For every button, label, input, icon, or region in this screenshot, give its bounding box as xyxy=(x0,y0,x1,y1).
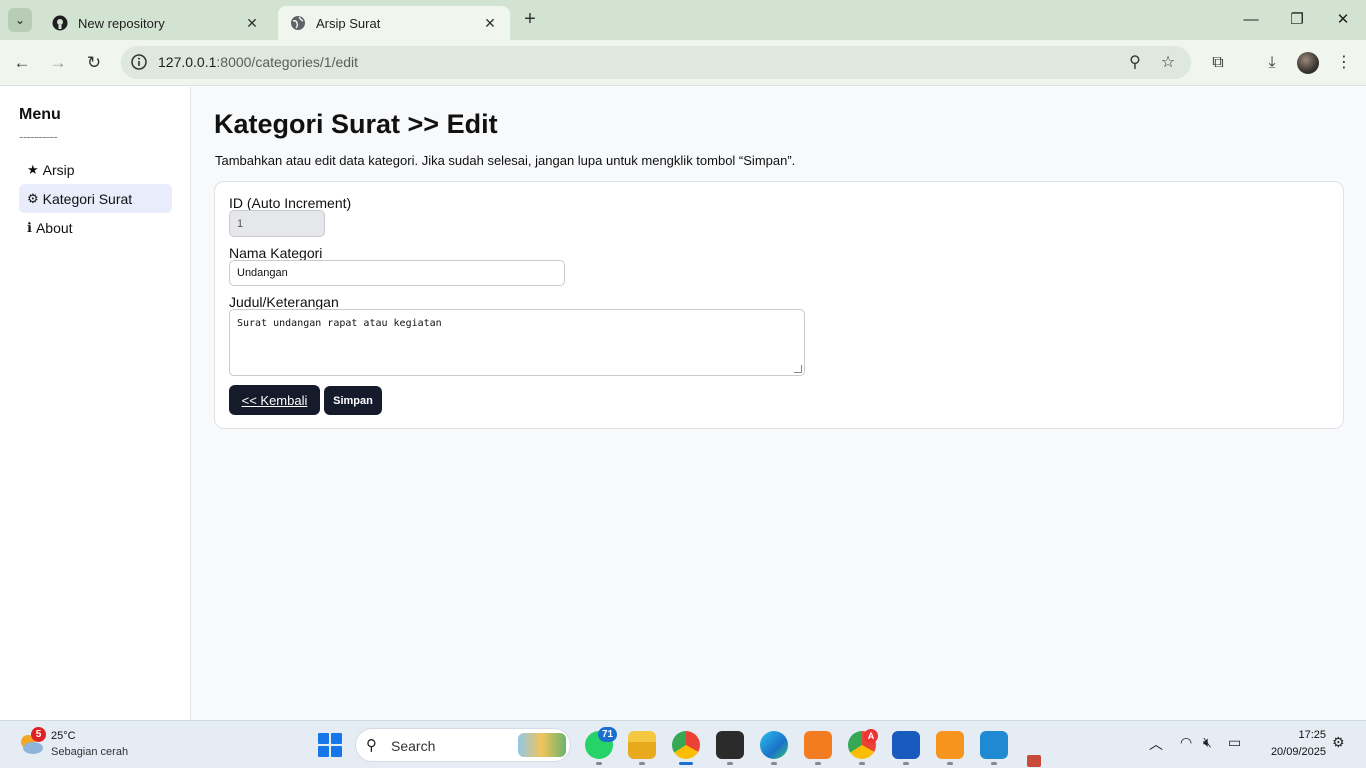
star-icon: ★ xyxy=(27,161,39,177)
sidebar-item-arsip[interactable]: ★ Arsip xyxy=(19,155,172,184)
vscode-icon[interactable] xyxy=(980,731,1008,759)
battery-icon[interactable]: ▭ xyxy=(1228,734,1241,751)
chrome-profile-badge: A xyxy=(864,729,878,743)
github-icon xyxy=(52,15,68,31)
id-label: ID (Auto Increment) xyxy=(229,195,352,211)
terminal-icon[interactable] xyxy=(716,731,744,759)
overflow-app-icon[interactable] xyxy=(1027,755,1041,767)
volume-muted-icon[interactable]: 🔇︎ xyxy=(1203,734,1212,751)
search-icon: ⚲ xyxy=(366,737,377,754)
search-highlight-image xyxy=(518,733,566,757)
temperature[interactable]: 25°C xyxy=(51,730,76,742)
edit-form-card: ID (Auto Increment) 1 Nama Kategori Unda… xyxy=(214,181,1344,429)
wifi-icon[interactable]: ◠ xyxy=(1180,734,1192,751)
taskbar: 5 25°C Sebagian cerah ⚲ Search 71 A ︿ ◠ … xyxy=(0,720,1366,768)
app-indicator xyxy=(771,762,777,765)
extensions-icon[interactable]: ⧉ xyxy=(1205,50,1231,76)
browser-toolbar: ← → ↻ 127.0.0.1:8000/categories/1/edit ⚲… xyxy=(0,40,1366,86)
word-icon[interactable] xyxy=(892,731,920,759)
close-icon[interactable]: ✕ xyxy=(244,15,260,32)
restore-icon[interactable]: ❐ xyxy=(1274,6,1320,34)
tab-new-repository[interactable]: New repository ✕ xyxy=(40,6,272,40)
url-text[interactable]: 127.0.0.1:8000/categories/1/edit xyxy=(158,54,358,70)
minimize-icon[interactable]: — xyxy=(1228,6,1274,34)
app-indicator xyxy=(947,762,953,765)
notification-icon[interactable]: ⚙ xyxy=(1332,734,1345,751)
profile-avatar[interactable] xyxy=(1297,52,1319,74)
edge-icon[interactable] xyxy=(760,731,788,759)
back-button[interactable]: << Kembali xyxy=(229,385,320,415)
bookmark-star-icon[interactable]: ☆ xyxy=(1157,52,1179,74)
page-description: Tambahkan atau edit data kategori. Jika … xyxy=(215,153,796,168)
info-icon: ℹ xyxy=(27,219,32,235)
judul-keterangan-textarea[interactable]: Surat undangan rapat atau kegiatan xyxy=(229,309,805,376)
page-title: Kategori Surat >> Edit xyxy=(214,109,498,139)
nama-kategori-label: Nama Kategori xyxy=(229,245,323,261)
app-indicator xyxy=(727,762,733,765)
chrome-icon[interactable] xyxy=(672,731,700,759)
sidebar-item-kategori-surat[interactable]: ⚙ Kategori Surat xyxy=(19,184,172,213)
tab-search-icon[interactable]: ⌄ xyxy=(8,8,32,32)
download-icon[interactable]: ⤓ xyxy=(1259,50,1285,76)
more-menu-icon[interactable]: ⋮ xyxy=(1331,50,1357,76)
resize-handle-icon[interactable] xyxy=(794,365,802,373)
app-indicator xyxy=(639,762,645,765)
save-button[interactable]: Simpan xyxy=(324,386,382,415)
page-content: Menu ---------- ★ Arsip ⚙ Kategori Surat… xyxy=(0,87,1366,720)
nama-kategori-input[interactable]: Undangan xyxy=(229,260,565,286)
taskbar-search[interactable]: ⚲ Search xyxy=(355,728,571,762)
reload-icon[interactable]: ↻ xyxy=(81,50,107,76)
app-indicator xyxy=(991,762,997,765)
menu-title: Menu xyxy=(19,106,61,123)
chevron-up-icon[interactable]: ︿ xyxy=(1149,734,1163,754)
app-indicator xyxy=(903,762,909,765)
windows-start-icon[interactable] xyxy=(318,733,342,757)
clock-time[interactable]: 17:25 xyxy=(1260,729,1326,741)
sidebar: Menu ---------- ★ Arsip ⚙ Kategori Surat… xyxy=(0,87,191,720)
app-indicator xyxy=(596,762,602,765)
search-placeholder: Search xyxy=(391,738,436,754)
tab-arsip-surat[interactable]: Arsip Surat ✕ xyxy=(278,6,510,40)
menu-separator: ---------- xyxy=(19,129,58,144)
weather-badge: 5 xyxy=(31,727,46,742)
judul-keterangan-label: Judul/Keterangan xyxy=(229,294,339,310)
clock-date[interactable]: 20/09/2025 xyxy=(1252,746,1326,758)
weather-description[interactable]: Sebagian cerah xyxy=(51,746,128,758)
xampp-icon[interactable] xyxy=(804,731,832,759)
app-indicator xyxy=(815,762,821,765)
close-icon[interactable]: ✕ xyxy=(482,15,498,32)
back-icon[interactable]: ← xyxy=(9,50,35,76)
close-window-icon[interactable]: ✕ xyxy=(1320,6,1366,34)
sidebar-item-label: Arsip xyxy=(42,161,75,178)
sidebar-item-label: Kategori Surat xyxy=(42,190,133,207)
new-tab-icon[interactable]: + xyxy=(518,8,542,32)
tab-title: Arsip Surat xyxy=(316,15,381,31)
forward-icon[interactable]: → xyxy=(45,50,71,76)
sidebar-item-about[interactable]: ℹ About xyxy=(19,213,172,242)
id-field: 1 xyxy=(229,210,325,237)
app-indicator xyxy=(859,762,865,765)
address-bar[interactable]: 127.0.0.1:8000/categories/1/edit ⚲ ☆ xyxy=(121,46,1191,79)
browser-tabbar: ⌄ New repository ✕ Arsip Surat ✕ + — ❐ ✕ xyxy=(0,0,1366,40)
whatsapp-badge: 71 xyxy=(598,727,617,742)
sidebar-item-label: About xyxy=(35,219,73,236)
app-indicator-active xyxy=(679,762,693,765)
tab-title: New repository xyxy=(78,15,165,31)
site-info-icon[interactable] xyxy=(129,52,149,72)
pdf-icon[interactable] xyxy=(936,731,964,759)
textarea-value: Surat undangan rapat atau kegiatan xyxy=(237,318,442,329)
gear-icon: ⚙ xyxy=(27,190,39,206)
zoom-icon[interactable]: ⚲ xyxy=(1124,52,1146,74)
file-explorer-icon[interactable] xyxy=(628,731,656,759)
globe-icon xyxy=(290,15,306,31)
